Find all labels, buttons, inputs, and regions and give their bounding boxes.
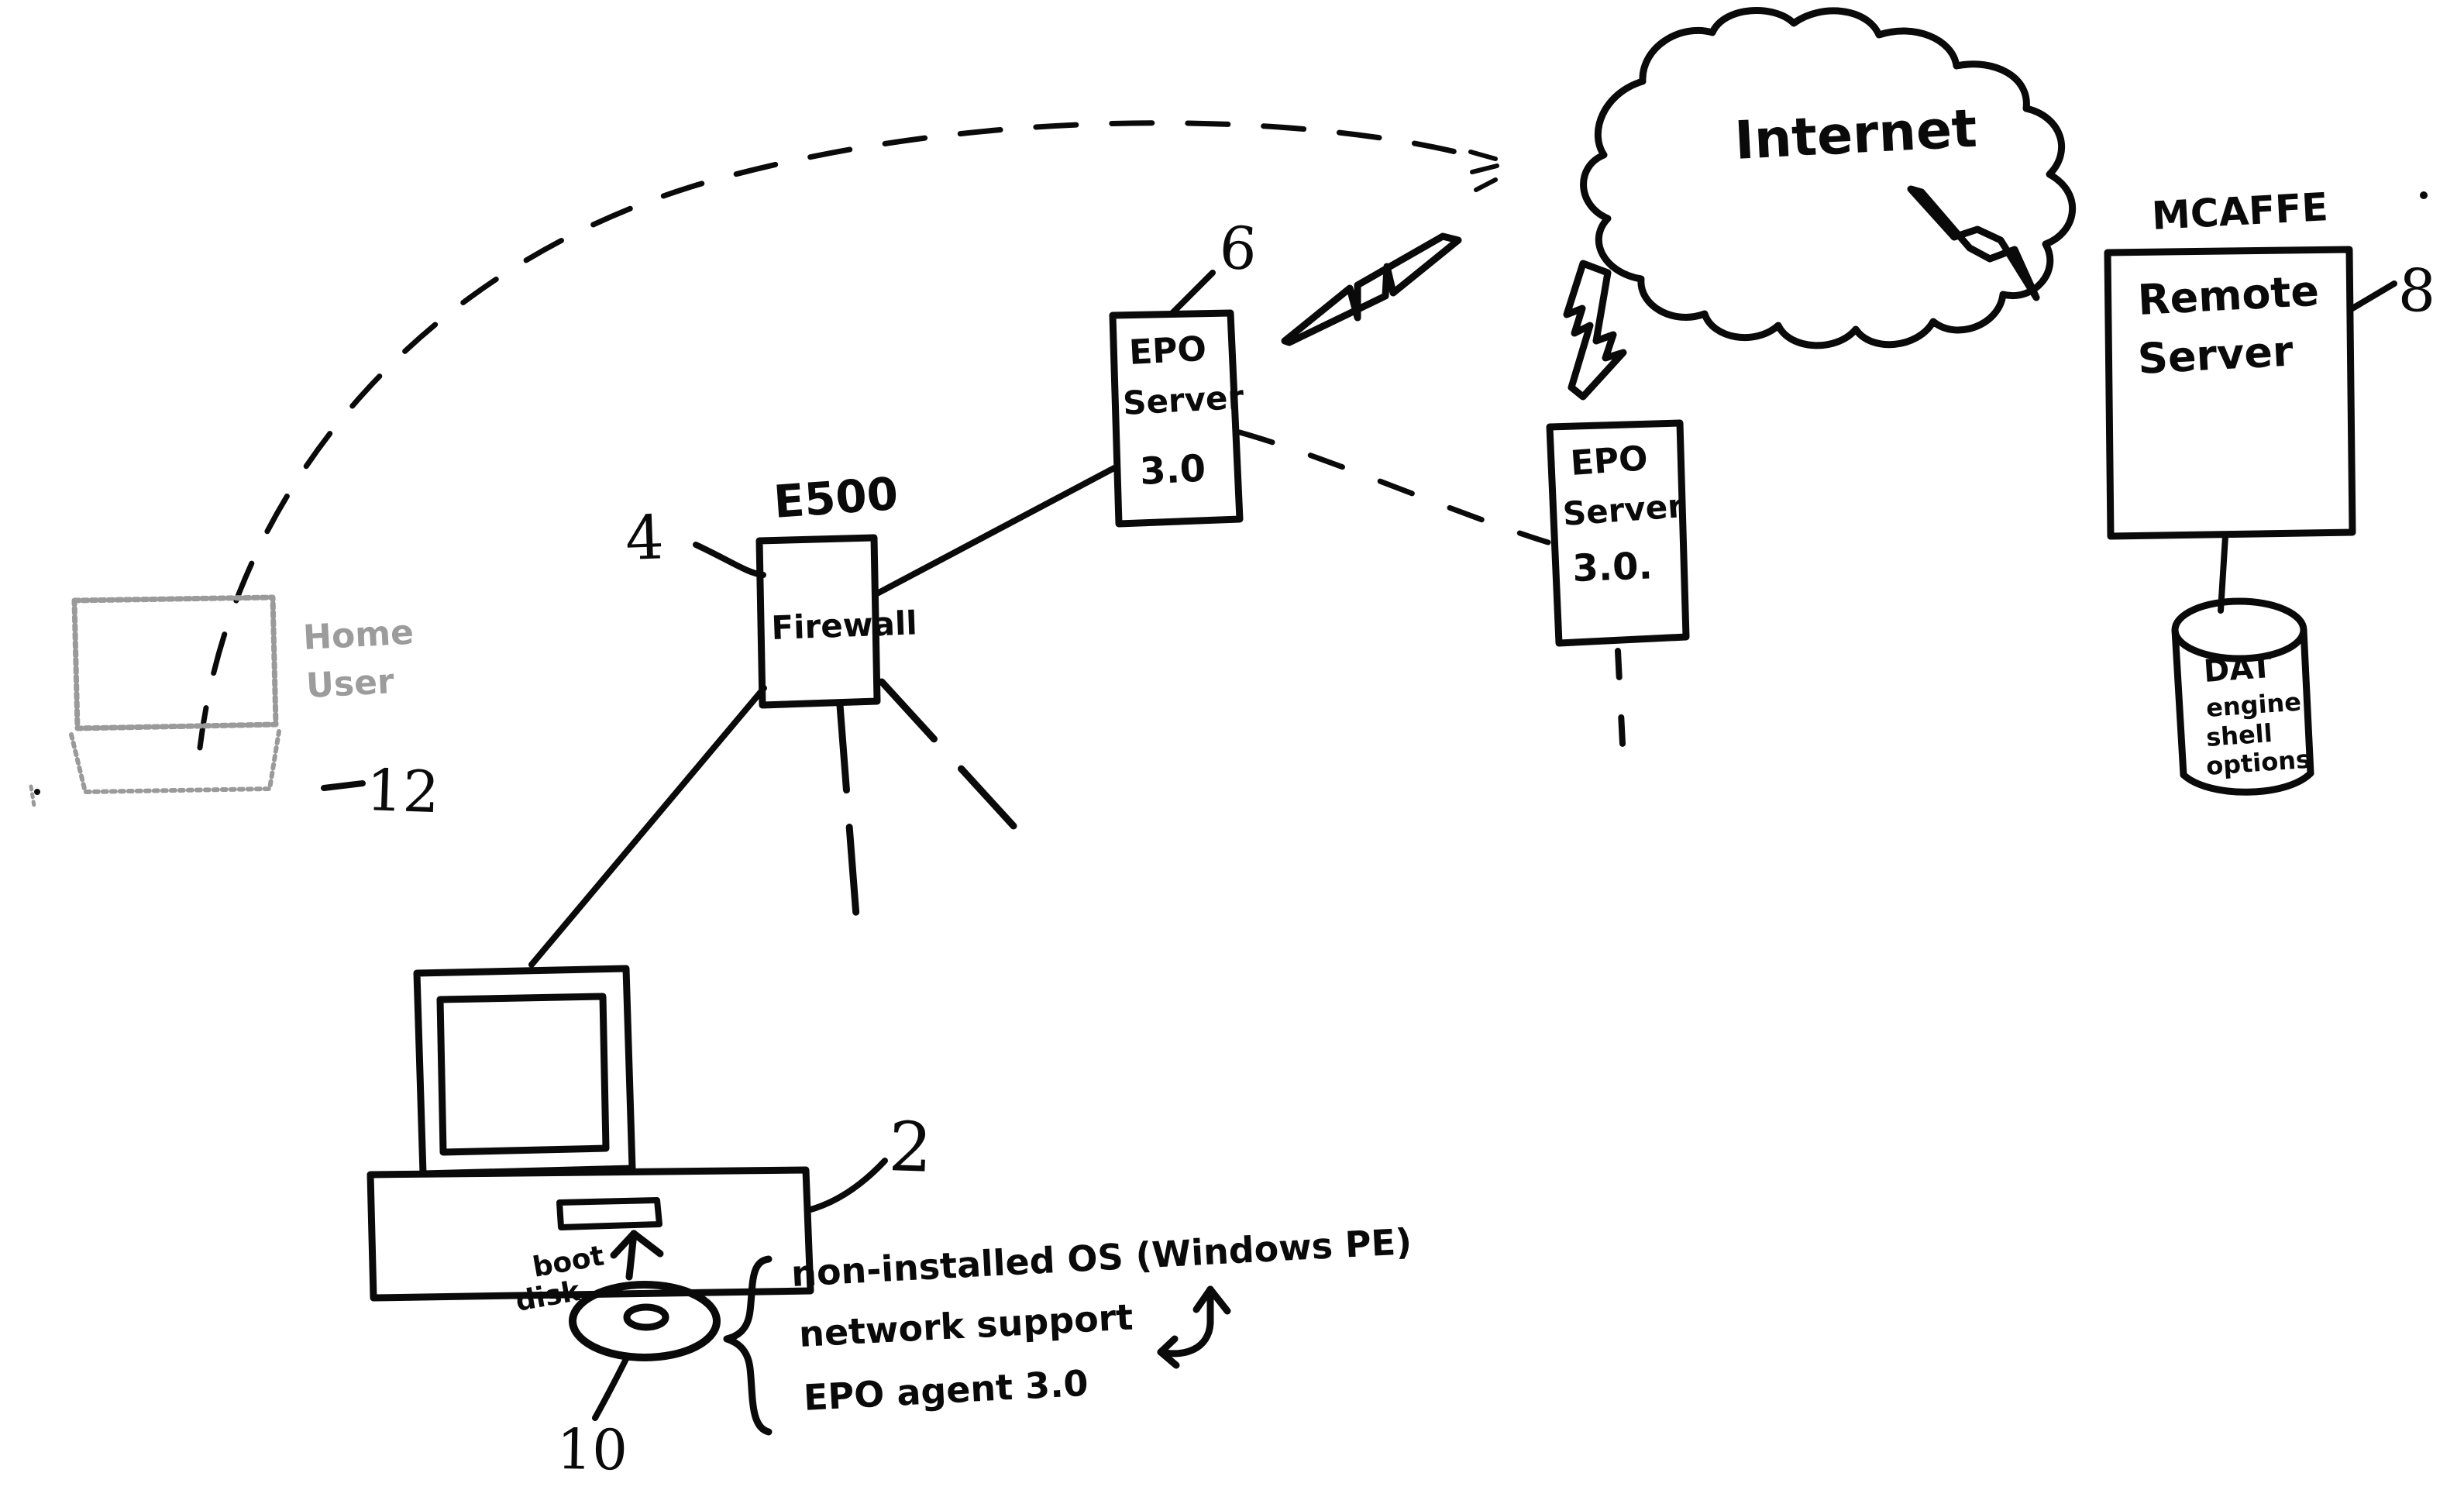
mcafee-top-label: MCAFFE	[2151, 184, 2329, 239]
firewall-top-label: E500	[772, 467, 900, 528]
numeral-8-leader-line	[2349, 280, 2397, 311]
epo-server-right-line1: EPO	[1569, 439, 1649, 483]
reference-numeral-10: 10	[556, 1416, 628, 1483]
stray-ink-dot	[2420, 191, 2428, 199]
arc-entry-ticks	[1468, 150, 1499, 192]
numeral-6-leader-line	[1168, 270, 1216, 317]
home-user-label-line1: Home	[302, 613, 415, 658]
database-line2: engine	[2205, 687, 2302, 723]
epo-server-right-line3: 3.0.	[1571, 544, 1653, 590]
dashed-line-firewall-down-vertical	[836, 701, 861, 930]
annotation-curly-brace	[723, 1255, 773, 1436]
diagram-canvas: Internet Home User 12 E500 Firewall 4 EP…	[0, 0, 2464, 1490]
home-user-label-line2: User	[305, 662, 395, 706]
epo-server-left-line2: Server	[1122, 378, 1245, 422]
dashed-arc-epo-left-to-right	[1237, 429, 1551, 545]
annotation-line-2: network support	[798, 1296, 1134, 1355]
reference-numeral-6: 6	[1217, 212, 1259, 284]
internet-cloud-node	[1580, 7, 2077, 349]
firewall-inner-label: Firewall	[771, 604, 918, 647]
reference-numeral-8: 8	[2397, 255, 2438, 325]
dashed-arc-home-to-internet	[197, 120, 1471, 751]
annotation-line-1: non-installed OS (Windows PE)	[790, 1220, 1413, 1295]
reference-numeral-2: 2	[887, 1106, 934, 1188]
network-support-curved-arrow-icon	[1157, 1285, 1231, 1369]
epo-server-right-line2: Server	[1561, 487, 1685, 533]
bolt-internet-to-epo-right-icon	[1563, 260, 1627, 401]
connector-firewall-to-workstation	[528, 685, 767, 968]
connector-firewall-to-epo-left	[874, 465, 1117, 597]
stray-ink-dot-left	[34, 789, 40, 795]
database-line4: options	[2205, 745, 2311, 781]
reference-numeral-4: 4	[625, 503, 666, 574]
mcafee-line2: Server	[2136, 327, 2294, 384]
dashed-line-epo-right-down	[1615, 648, 1626, 747]
bolt-internet-to-mcafee-icon	[1907, 185, 2040, 301]
annotation-line-3: EPO agent 3.0	[803, 1362, 1089, 1419]
reference-numeral-12: 12	[365, 757, 440, 826]
database-line1: DAT	[2202, 649, 2273, 690]
dashed-line-firewall-down-diagonal	[878, 678, 1034, 848]
mcafee-line1: Remote	[2136, 267, 2320, 325]
bolt-epo-to-internet-icon	[1281, 232, 1462, 346]
epo-server-left-line3: 3.0	[1139, 447, 1207, 494]
epo-server-left-line1: EPO	[1128, 329, 1207, 373]
home-user-node	[29, 594, 281, 808]
boot-disk-up-arrow-icon	[610, 1230, 664, 1281]
internet-cloud-label: Internet	[1733, 98, 1979, 172]
network-diagram-svg: Internet Home User 12 E500 Firewall 4 EP…	[29, 7, 2438, 1483]
numeral-4-leader-line	[693, 542, 766, 578]
numeral-10-leader-line	[592, 1353, 631, 1421]
numeral-12-leader-line	[321, 780, 366, 791]
numeral-2-leader-line	[805, 1158, 888, 1213]
